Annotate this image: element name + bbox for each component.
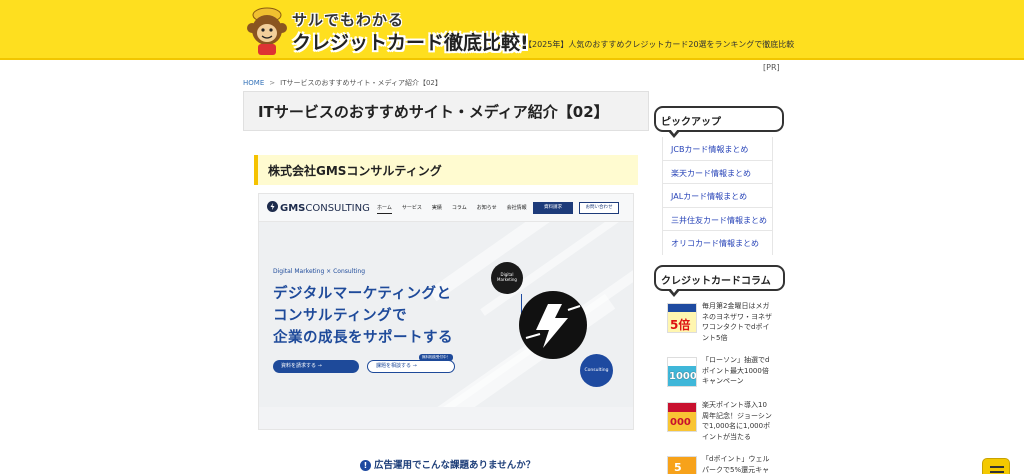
exclamation-icon: ! [360, 460, 371, 471]
thumb-band [668, 358, 696, 366]
sidebar-column-title: クレジットカードコラム [654, 265, 785, 297]
column-item[interactable]: 5倍 毎月第2金曜日はメガネのヨネザワ・ヨネザワコンタクトでdポイント5倍 [662, 301, 773, 353]
column-thumbnail: 5 [667, 456, 697, 474]
shot-headline-2: コンサルティングで [273, 308, 408, 324]
lightning-bolt-icon [519, 291, 587, 359]
site-tagline: 【2025年】人気のおすすめクレジットカード20選をランキングで徹底比較 [524, 40, 795, 49]
shot-download-button: 資料請求 [533, 202, 573, 214]
thumb-label: 1000 [669, 371, 697, 382]
shot-subheading: Digital Marketing × Consulting [273, 268, 366, 275]
column-item[interactable]: 000 楽天ポイント導入10周年記念！ジョーシンで1,000名に1,000ポイン… [662, 400, 773, 452]
shot-cta-consult: 課題を相談する → [367, 360, 455, 373]
sidebar-item-jal[interactable]: JALカード情報まとめ [663, 184, 772, 208]
site-logo[interactable]: サルでもわかる クレジットカード徹底比較! [244, 6, 529, 58]
shot-menu-item: 実績 [431, 205, 442, 211]
shot-cta-request-label: 資料を請求する [281, 363, 317, 369]
site-header: サルでもわかる クレジットカード徹底比較! 【2025年】人気のおすすめクレジッ… [0, 0, 1024, 60]
column-item-text: 「dポイント」ウェルパークで5%還元キャン [702, 455, 770, 474]
thumb-band [668, 304, 696, 312]
column-item-text: 「ローソン」抽選でdポイント最大1000倍キャンペーン [702, 356, 770, 385]
question-text: 広告運用でこんな課題ありませんか？ [374, 460, 536, 471]
gms-mark-icon [267, 201, 278, 212]
column-thumbnail: 5倍 [667, 303, 697, 333]
gms-logo-light: CONSULTING [305, 203, 370, 214]
shot-menu-item: お知らせ [476, 205, 497, 211]
company-site-screenshot[interactable]: GMSCONSULTING ホーム サービス 実績 コラム お知らせ 会社情報 資料請求 … [258, 193, 634, 430]
column-item-text: 毎月第2金曜日はメガネのヨネザワ・ヨネザワコンタクトでdポイント5倍 [702, 302, 772, 342]
sidebar-pickup-list: JCBカード情報まとめ 楽天カード情報まとめ JALカード情報まとめ 三井住友カ… [662, 137, 773, 255]
shot-cta-consult-label: 課題を相談する [376, 363, 412, 369]
shot-menu-item: 会社情報 [506, 205, 527, 211]
sidebar-item-orico[interactable]: オリコカード情報まとめ [663, 231, 772, 255]
thumb-label: 5倍 [670, 318, 691, 332]
pr-label: [PR] [763, 63, 780, 72]
shot-menu: ホーム サービス 実績 コラム お知らせ 会社情報 [377, 204, 537, 214]
shot-menu-item: コラム [451, 205, 467, 211]
shot-navbar: GMSCONSULTING ホーム サービス 実績 コラム お知らせ 会社情報 資料請求 … [259, 194, 633, 222]
shot-menu-item: サービス [401, 205, 422, 211]
gms-logo: GMSCONSULTING [267, 201, 370, 214]
breadcrumb-separator: > [269, 79, 276, 87]
column-thumbnail: 1000 [667, 357, 697, 387]
breadcrumb: HOME > ITサービスのおすすめサイト・メディア紹介【02】 [243, 78, 442, 88]
thumb-label: 5 [674, 461, 682, 474]
shot-bottom-band [259, 407, 633, 429]
column-item[interactable]: 1000 「ローソン」抽選でdポイント最大1000倍キャンペーン [662, 355, 773, 399]
breadcrumb-current: ITサービスのおすすめサイト・メディア紹介【02】 [280, 79, 442, 87]
monkey-mascot-icon [247, 7, 287, 55]
sidebar-item-jcb[interactable]: JCBカード情報まとめ [663, 137, 772, 161]
sidebar-pickup-title: ピックアップ [654, 106, 784, 138]
shot-headline-1: デジタルマーケティングと [273, 286, 452, 302]
thumb-band [668, 403, 696, 412]
shot-cta-request: 資料を請求する → [273, 360, 359, 373]
column-item[interactable]: 5 「dポイント」ウェルパークで5%還元キャン [662, 454, 773, 474]
breadcrumb-home-link[interactable]: HOME [243, 79, 264, 87]
shot-menu-item: ホーム [377, 205, 392, 214]
question-heading: ! 広告運用でこんな課題ありませんか？ [360, 457, 535, 471]
logo-line-1: サルでもわかる [292, 11, 405, 29]
thumb-label: 000 [670, 417, 691, 428]
shot-contact-button: お問い合わせ [579, 202, 619, 214]
hamburger-menu-button[interactable] [982, 458, 1010, 474]
sidebar-item-rakuten[interactable]: 楽天カード情報まとめ [663, 161, 772, 184]
shot-bubble-consulting: Consulting [580, 354, 613, 387]
column-thumbnail: 000 [667, 402, 697, 432]
gms-logo-strong: GMS [280, 203, 306, 214]
page-title: ITサービスのおすすめサイト・メディア紹介【02】 [243, 91, 649, 131]
shot-headline-3: 企業の成長をサポートする [273, 330, 453, 346]
logo-line-2: クレジットカード徹底比較! [292, 32, 529, 54]
sidebar-item-smbc[interactable]: 三井住友カード情報まとめ [663, 208, 772, 231]
column-item-text: 楽天ポイント導入10周年記念！ジョーシンで1,000名に1,000ポイントが当た… [702, 401, 772, 441]
section-heading: 株式会社GMSコンサルティング [254, 155, 638, 185]
